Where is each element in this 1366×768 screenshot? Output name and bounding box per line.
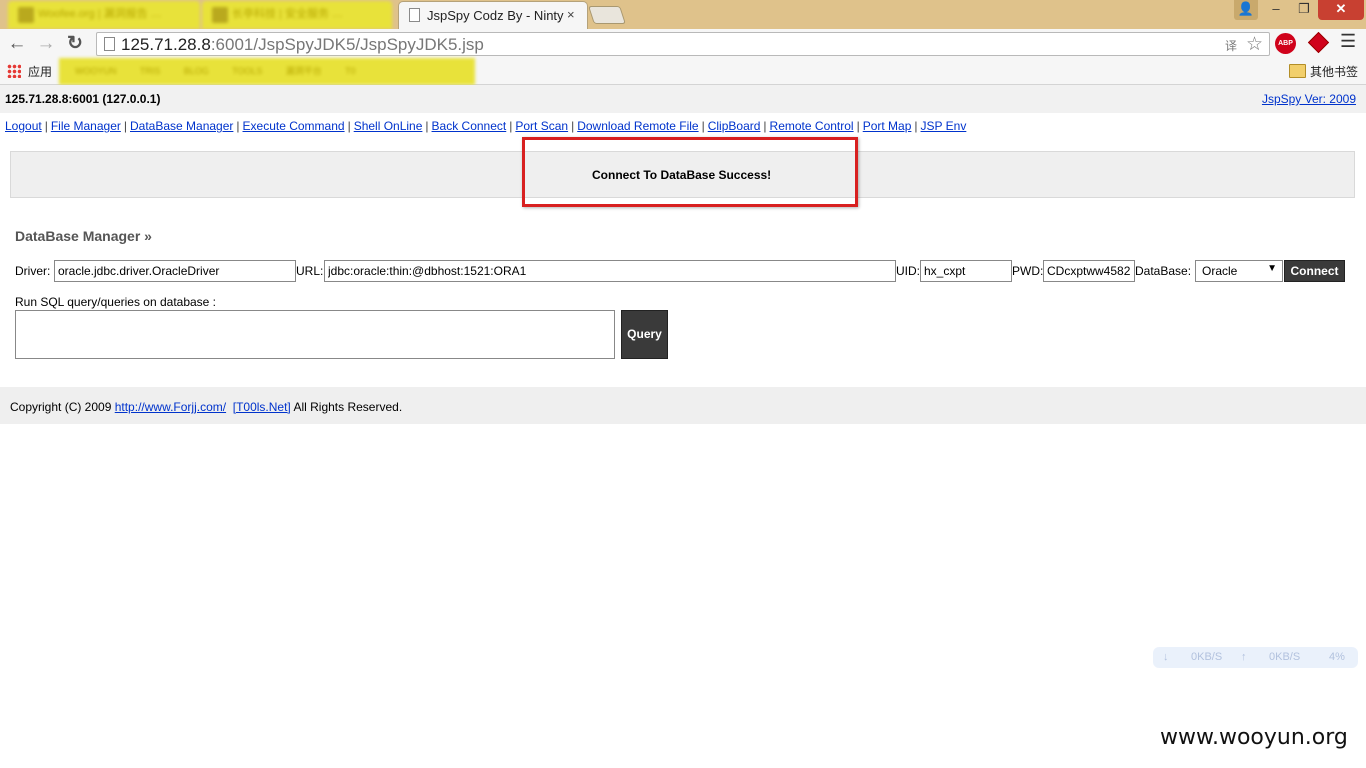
main-nav: Logout | File Manager | DataBase Manager | Exe… bbox=[5, 119, 966, 133]
uid-input[interactable] bbox=[920, 260, 1012, 282]
nav-remote-control[interactable]: Remote Control bbox=[770, 119, 854, 133]
bookmark-item[interactable]: TRIS bbox=[140, 66, 161, 76]
cpu-usage: 4% bbox=[1329, 651, 1345, 663]
url-label: URL: bbox=[296, 264, 324, 278]
annotation-highlight bbox=[522, 137, 858, 207]
nav-separator: | bbox=[236, 119, 240, 133]
download-speed: 0KB/S bbox=[1191, 651, 1223, 663]
profile-icon[interactable]: 👤 bbox=[1234, 0, 1258, 20]
browser-tab-1[interactable]: Woofee.org | 漏洞报告 … bbox=[8, 1, 200, 29]
dropdown-arrow-icon: ▼ bbox=[1267, 263, 1277, 274]
bookmark-item[interactable]: BLOG bbox=[184, 66, 209, 76]
adblock-plus-icon[interactable]: ABP bbox=[1275, 33, 1296, 54]
nav-separator: | bbox=[347, 119, 351, 133]
browser-tab-strip: Woofee.org | 漏洞报告 … 长亭科技 | 安全服务 … JspSpy… bbox=[0, 0, 1366, 29]
network-speed-widget: ↓ 0KB/S ↑ 0KB/S 4% bbox=[1153, 647, 1358, 668]
footer-link-t00ls[interactable]: [T00ls.Net] bbox=[233, 400, 291, 414]
bookmark-item[interactable]: T0 bbox=[345, 66, 356, 76]
nav-jsp-env[interactable]: JSP Env bbox=[921, 119, 967, 133]
upload-speed: 0KB/S bbox=[1269, 651, 1301, 663]
bookmark-item[interactable]: TOOLS bbox=[232, 66, 262, 76]
connect-button[interactable]: Connect bbox=[1284, 260, 1345, 282]
nav-separator: | bbox=[763, 119, 767, 133]
browser-tab-active[interactable]: JspSpy Codz By - Ninty × bbox=[398, 1, 588, 29]
new-tab-button[interactable] bbox=[588, 6, 626, 24]
footer-text: Copyright (C) 2009 http://www.Forjj.com/… bbox=[10, 400, 403, 414]
browser-tab-2[interactable]: 长亭科技 | 安全服务 … bbox=[202, 1, 392, 29]
tab-favicon-icon bbox=[18, 7, 34, 23]
page-icon bbox=[409, 8, 420, 22]
nav-file-manager[interactable]: File Manager bbox=[51, 119, 121, 133]
close-window-button[interactable]: ✕ bbox=[1318, 0, 1364, 20]
nav-download-remote-file[interactable]: Download Remote File bbox=[577, 119, 698, 133]
bookmark-star-icon[interactable]: ☆ bbox=[1246, 33, 1263, 56]
nav-logout[interactable]: Logout bbox=[5, 119, 42, 133]
apps-label[interactable]: 应用 bbox=[28, 63, 52, 80]
nav-separator: | bbox=[425, 119, 429, 133]
section-title: DataBase Manager » bbox=[15, 228, 152, 244]
nav-clipboard[interactable]: ClipBoard bbox=[708, 119, 761, 133]
driver-label: Driver: bbox=[15, 264, 51, 278]
bookmark-item[interactable]: WOOYUN bbox=[75, 66, 117, 76]
folder-icon bbox=[1289, 64, 1306, 78]
uid-label: UID: bbox=[896, 264, 920, 278]
bookmark-item[interactable]: 漏洞平台 bbox=[286, 64, 322, 77]
nav-separator: | bbox=[701, 119, 705, 133]
browser-toolbar: ← → ↻ 125.71.28.8:6001/JspSpyJDK5/JspSpy… bbox=[0, 29, 1366, 59]
address-url: 125.71.28.8:6001/JspSpyJDK5/JspSpyJDK5.j… bbox=[121, 35, 484, 54]
database-select-value: Oracle bbox=[1202, 264, 1238, 278]
tab-favicon-icon bbox=[212, 7, 228, 23]
version-link[interactable]: JspSpy Ver: 2009 bbox=[1262, 92, 1356, 106]
nav-separator: | bbox=[914, 119, 918, 133]
database-select[interactable]: Oracle ▼ bbox=[1195, 260, 1283, 282]
forward-icon[interactable]: → bbox=[35, 33, 57, 55]
tab-title: Woofee.org | 漏洞报告 … bbox=[38, 8, 162, 20]
query-button[interactable]: Query bbox=[621, 310, 668, 359]
footer-link-forjj[interactable]: http://www.Forjj.com/ bbox=[115, 400, 226, 414]
nav-separator: | bbox=[509, 119, 513, 133]
other-bookmarks[interactable]: 其他书签 bbox=[1310, 63, 1358, 80]
nav-separator: | bbox=[571, 119, 575, 133]
maximize-button[interactable]: ❐ bbox=[1290, 0, 1318, 20]
driver-input[interactable] bbox=[54, 260, 296, 282]
back-icon[interactable]: ← bbox=[6, 33, 28, 55]
database-label: DataBase: bbox=[1135, 264, 1192, 278]
chrome-menu-icon[interactable]: ☰ bbox=[1340, 31, 1356, 52]
nav-separator: | bbox=[44, 119, 48, 133]
nav-port-map[interactable]: Port Map bbox=[863, 119, 912, 133]
watermark: www.wooyun.org bbox=[1160, 725, 1348, 750]
sql-label: Run SQL query/queries on database : bbox=[15, 295, 217, 309]
page-icon bbox=[104, 37, 115, 51]
nav-port-scan[interactable]: Port Scan bbox=[515, 119, 568, 133]
footer: Copyright (C) 2009 http://www.Forjj.com/… bbox=[0, 387, 1366, 424]
server-info: 125.71.28.8:6001 (127.0.0.1) bbox=[5, 92, 161, 106]
download-arrow-icon: ↓ bbox=[1163, 651, 1169, 663]
nav-shell-online[interactable]: Shell OnLine bbox=[354, 119, 423, 133]
minimize-button[interactable]: ‒ bbox=[1262, 0, 1290, 20]
translate-icon[interactable]: 译 bbox=[1225, 37, 1237, 54]
nav-database-manager[interactable]: DataBase Manager bbox=[130, 119, 233, 133]
reload-icon[interactable]: ↻ bbox=[64, 33, 86, 55]
upload-arrow-icon: ↑ bbox=[1241, 651, 1247, 663]
address-bar[interactable]: 125.71.28.8:6001/JspSpyJDK5/JspSpyJDK5.j… bbox=[96, 32, 1270, 56]
nav-execute-command[interactable]: Execute Command bbox=[243, 119, 345, 133]
pwd-input[interactable] bbox=[1043, 260, 1135, 282]
page-content: 125.71.28.8:6001 (127.0.0.1) JspSpy Ver:… bbox=[0, 85, 1366, 768]
bookmarks-bar: 应用 WOOYUN TRIS BLOG TOOLS 漏洞平台 T0 其他书签 bbox=[0, 58, 1366, 85]
header-bar: 125.71.28.8:6001 (127.0.0.1) JspSpy Ver:… bbox=[0, 85, 1366, 113]
nav-separator: | bbox=[123, 119, 127, 133]
url-input[interactable] bbox=[324, 260, 896, 282]
tab-title: 长亭科技 | 安全服务 … bbox=[232, 8, 344, 20]
sql-textarea[interactable] bbox=[15, 310, 615, 359]
tab-close-icon[interactable]: × bbox=[567, 7, 575, 22]
bookmark-list-blurred: WOOYUN TRIS BLOG TOOLS 漏洞平台 T0 bbox=[59, 58, 475, 85]
nav-separator: | bbox=[856, 119, 860, 133]
tab-title: JspSpy Codz By - Ninty bbox=[427, 8, 564, 23]
nav-back-connect[interactable]: Back Connect bbox=[432, 119, 507, 133]
apps-grid-icon[interactable] bbox=[7, 64, 21, 78]
pwd-label: PWD: bbox=[1012, 264, 1044, 278]
